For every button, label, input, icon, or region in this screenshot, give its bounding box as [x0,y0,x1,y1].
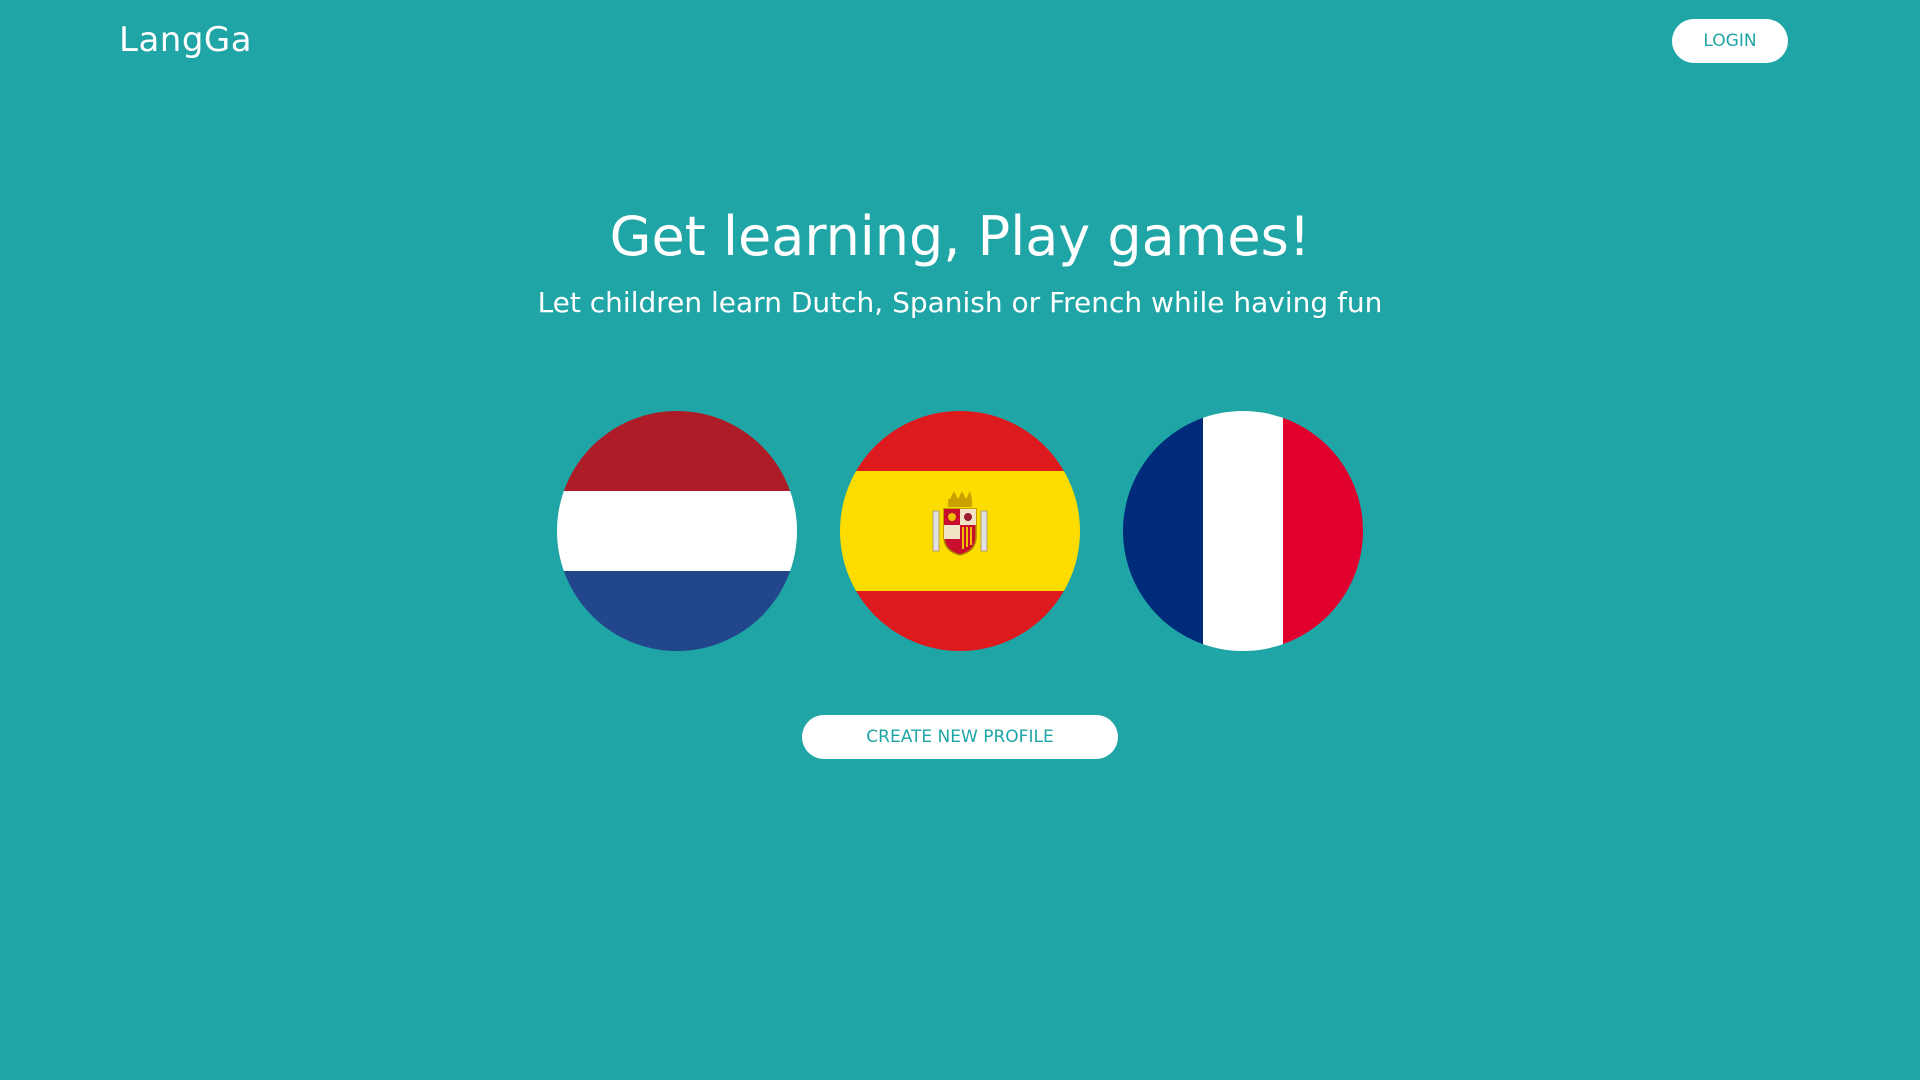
create-profile-button[interactable]: CREATE NEW PROFILE [802,715,1118,759]
hero-title: Get learning, Play games! [609,205,1311,268]
landing-page: LangGa LOGIN Get learning, Play games! L… [0,0,1920,1080]
hero-subtitle: Let children learn Dutch, Spanish or Fre… [537,286,1383,319]
france-flag-icon[interactable] [1123,411,1363,651]
spain-flag-icon[interactable] [840,411,1080,651]
login-button[interactable]: LOGIN [1672,19,1788,63]
language-flags [557,411,1363,651]
logo[interactable]: LangGa [119,20,252,60]
netherlands-flag-icon[interactable] [557,411,797,651]
